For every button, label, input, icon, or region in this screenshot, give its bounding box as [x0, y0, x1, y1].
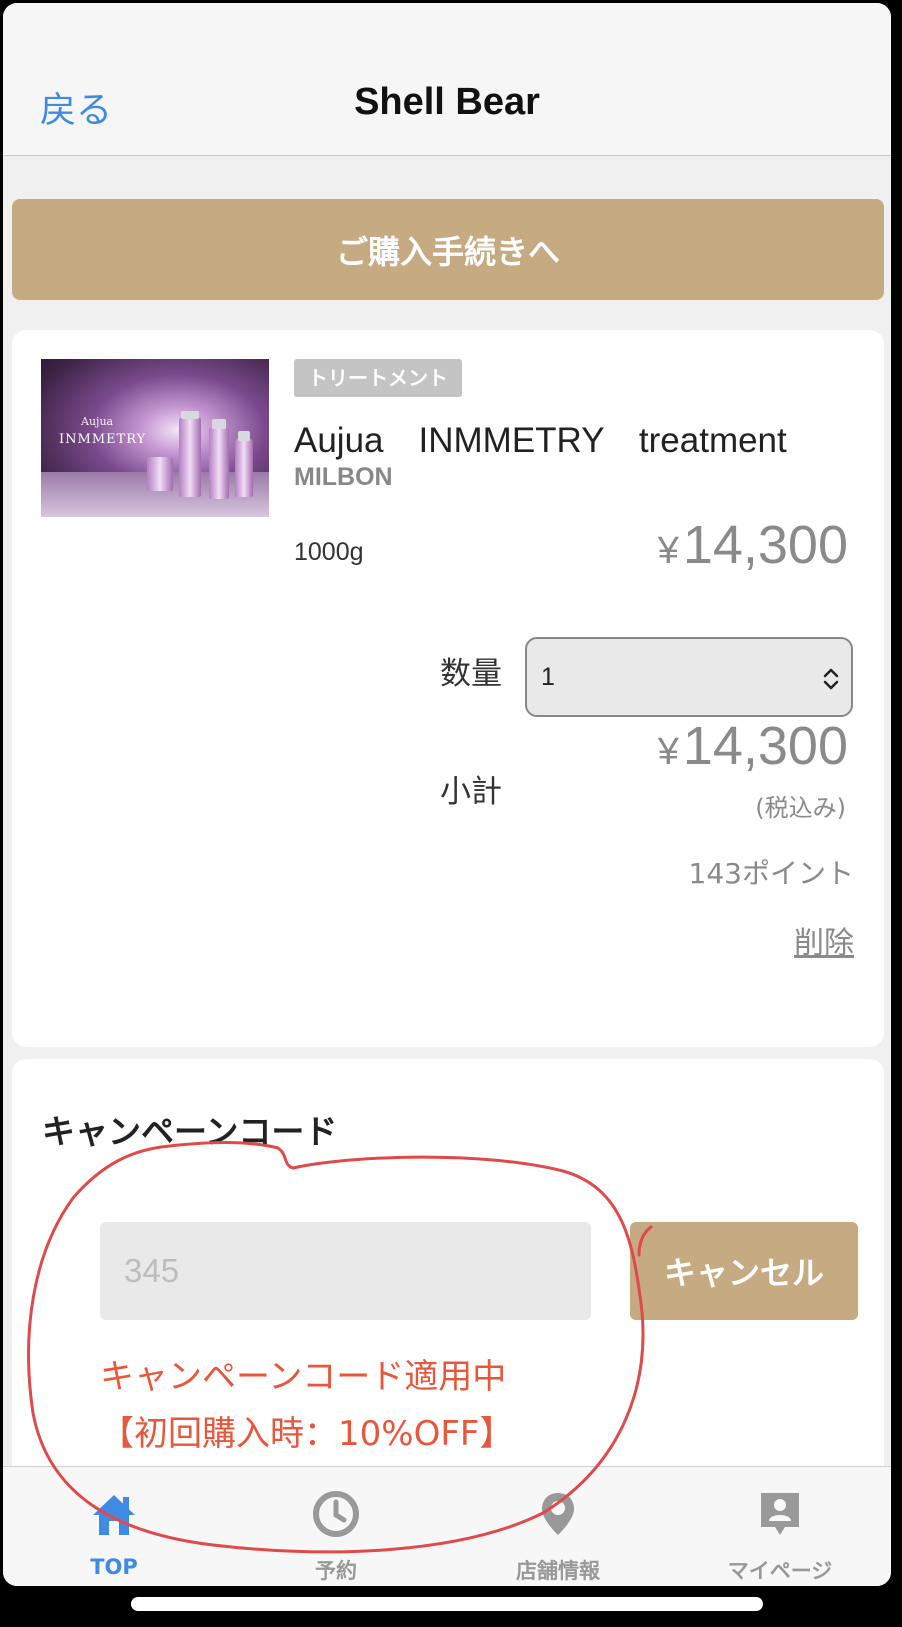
chevron-up-down-icon [823, 668, 839, 690]
product-tube [179, 417, 201, 497]
quantity-select[interactable]: 1 [525, 637, 853, 717]
tab-top[interactable]: TOP [3, 1467, 225, 1586]
home-indicator [131, 1597, 763, 1611]
product-image: Aujua INMMETRY [41, 359, 269, 517]
product-bottle-large-cap [212, 419, 226, 429]
page-title: Shell Bear [354, 81, 540, 123]
subtotal-price: ¥14,300 [658, 715, 848, 777]
product-price: ¥14,300 [658, 514, 848, 576]
campaign-discount-text: 【初回購入時：10%OFF】 [100, 1414, 514, 1454]
product-bottle-large [209, 427, 229, 499]
quantity-label: 数量 [440, 656, 502, 692]
tab-label: 店舗情報 [516, 1559, 600, 1583]
tab-reservation[interactable]: 予約 [225, 1467, 447, 1586]
clock-icon [313, 1491, 359, 1537]
product-size: 1000g [294, 538, 364, 566]
price-currency: ¥ [657, 530, 679, 572]
subtotal-currency: ¥ [657, 731, 679, 773]
tab-label: TOP [90, 1555, 138, 1579]
campaign-code-input[interactable] [100, 1222, 591, 1320]
checkout-button[interactable]: ご購入手続きへ [12, 199, 884, 300]
navigation-bar: 戻る Shell Bear [3, 3, 891, 156]
price-value: 14,300 [682, 515, 848, 575]
app-screen: 戻る Shell Bear ご購入手続きへ Aujua INMMETRY トリー… [3, 3, 891, 1586]
category-badge: トリートメント [294, 359, 462, 397]
tax-note: (税込み) [755, 794, 846, 822]
product-jar [147, 457, 173, 491]
product-bottle-small [235, 439, 253, 497]
profile-icon [761, 1493, 799, 1535]
image-product-text: INMMETRY [59, 432, 147, 447]
image-brand-text: Aujua [81, 415, 114, 428]
product-brand: MILBON [294, 463, 393, 491]
quantity-value: 1 [541, 663, 555, 691]
tab-my-page[interactable]: マイページ [669, 1467, 891, 1586]
tab-bar: TOP 予約 店舗情報 マイページ [3, 1466, 891, 1586]
map-pin-icon [542, 1493, 574, 1535]
tab-store-info[interactable]: 店舗情報 [447, 1467, 669, 1586]
delete-link[interactable]: 削除 [794, 918, 854, 962]
campaign-code-title: キャンペーンコード [42, 1112, 338, 1151]
product-bottle-small-cap [238, 431, 250, 441]
cancel-campaign-button[interactable]: キャンセル [630, 1222, 858, 1320]
campaign-status-text: キャンペーンコード適用中 [100, 1357, 507, 1397]
home-icon [93, 1495, 135, 1535]
tab-label: マイページ [727, 1559, 833, 1583]
subtotal-value: 14,300 [682, 716, 848, 776]
tab-label: 予約 [315, 1559, 357, 1583]
cart-item-card: Aujua INMMETRY トリートメント Aujua INMMETRY tr… [12, 330, 884, 1047]
subtotal-label: 小計 [440, 774, 502, 810]
product-name: Aujua INMMETRY treatment [294, 421, 787, 460]
points-earned: 143ポイント [688, 857, 854, 890]
product-tube-cap [181, 411, 199, 419]
